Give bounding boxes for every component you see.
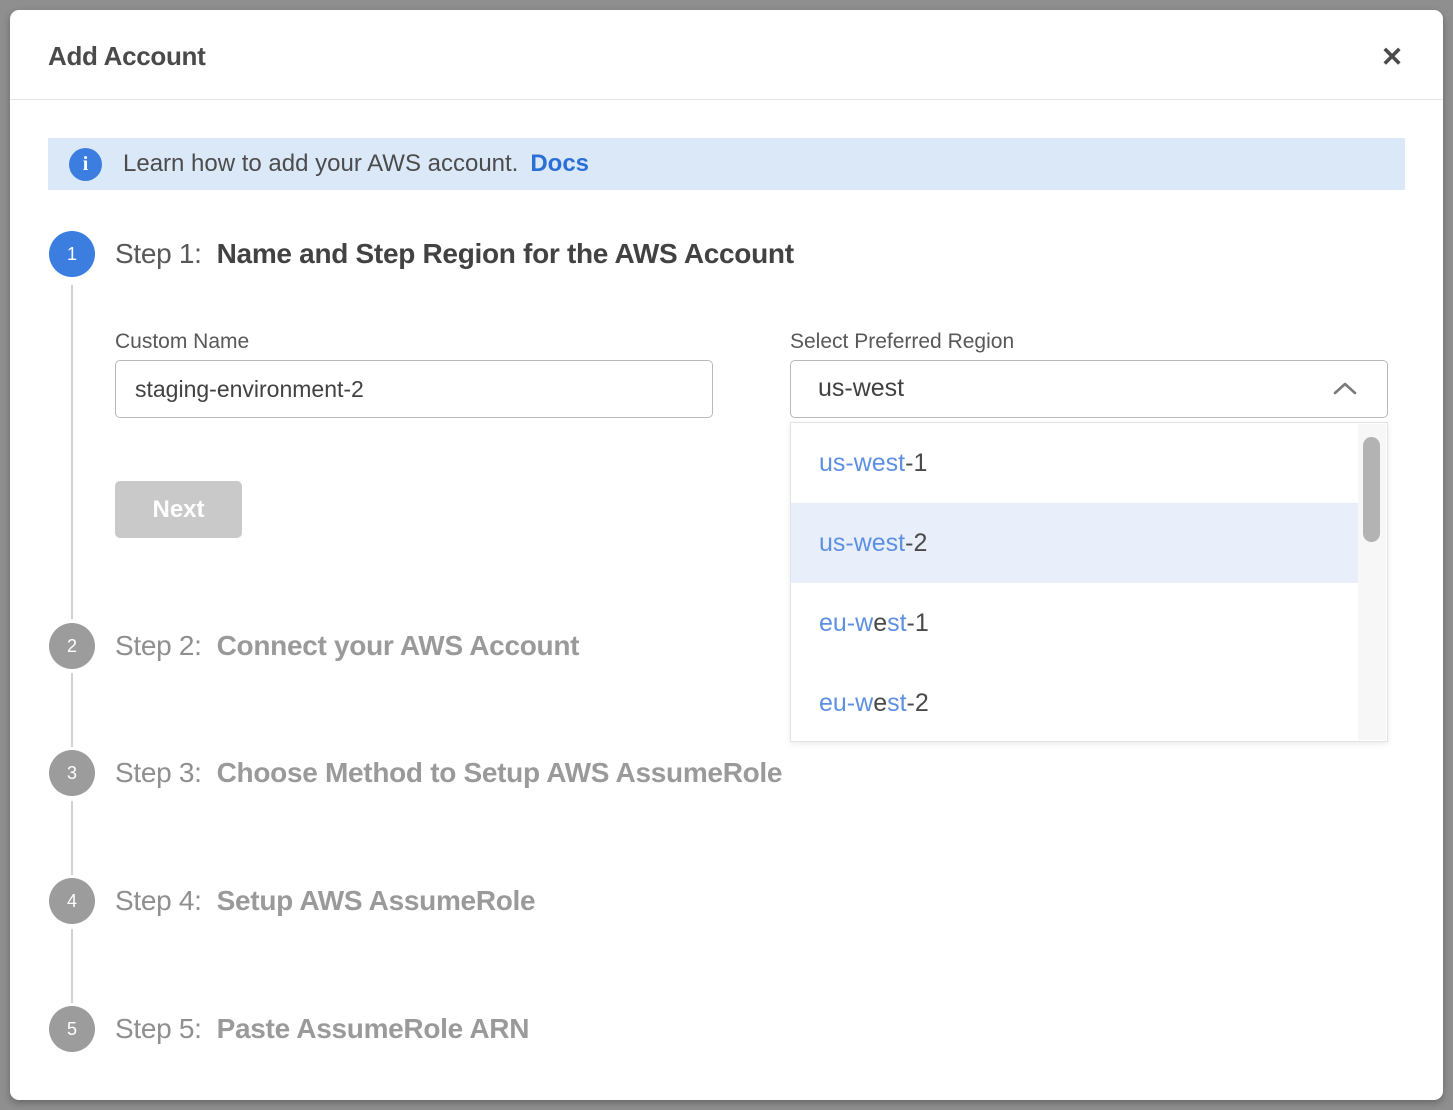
step-4-title: Setup AWS AssumeRole	[217, 885, 536, 916]
option-match-text: st	[887, 609, 906, 638]
step-2-heading: Step 2: Connect your AWS Account	[115, 630, 579, 662]
step-2-prefix: Step 2:	[115, 630, 202, 661]
region-label: Select Preferred Region	[790, 330, 1014, 354]
step-4-number: 4	[67, 891, 77, 912]
step-3-prefix: Step 3:	[115, 757, 202, 788]
step-1-heading: Step 1: Name and Step Region for the AWS …	[115, 238, 794, 270]
custom-name-label: Custom Name	[115, 330, 249, 354]
step-5-number: 5	[67, 1019, 77, 1040]
region-select-value: us-west	[818, 374, 904, 403]
option-rest-text: -1	[907, 609, 929, 638]
step-2-badge: 2	[49, 623, 95, 669]
option-rest-text: -1	[905, 449, 927, 478]
custom-name-input[interactable]	[115, 360, 713, 418]
step-5-heading: Step 5: Paste AssumeRole ARN	[115, 1013, 529, 1045]
step-connector-3-4	[71, 801, 73, 875]
step-1-badge: 1	[49, 231, 95, 277]
step-3-title: Choose Method to Setup AWS AssumeRole	[217, 757, 783, 788]
step-3-badge: 3	[49, 750, 95, 796]
option-match-text: us-west	[819, 529, 905, 558]
dropdown-scrollbar-thumb[interactable]	[1363, 437, 1380, 542]
dropdown-option[interactable]: eu-west-2	[791, 663, 1359, 743]
dropdown-option[interactable]: eu-west-1	[791, 583, 1359, 663]
region-dropdown: us-west-1 us-west-2 eu-west-1 eu-west-2	[790, 422, 1388, 742]
option-rest-text: e	[873, 689, 887, 718]
step-1-number: 1	[67, 244, 77, 265]
close-icon[interactable]: ✕	[1374, 39, 1410, 75]
step-4-prefix: Step 4:	[115, 885, 202, 916]
next-button[interactable]: Next	[115, 481, 242, 538]
step-5-title: Paste AssumeRole ARN	[217, 1013, 529, 1044]
step-1-title: Name and Step Region for the AWS Account	[217, 238, 794, 269]
option-rest-text: e	[873, 609, 887, 638]
docs-link[interactable]: Docs	[530, 150, 589, 178]
dropdown-scrollbar-track	[1358, 424, 1386, 740]
step-3-heading: Step 3: Choose Method to Setup AWS Assume…	[115, 757, 782, 789]
option-match-text: eu-w	[819, 689, 873, 718]
step-4-badge: 4	[49, 878, 95, 924]
add-account-dialog: Add Account ✕ i Learn how to add your AW…	[10, 10, 1443, 1100]
step-5-badge: 5	[49, 1006, 95, 1052]
dialog-header: Add Account ✕	[10, 10, 1443, 100]
dialog-title: Add Account	[48, 41, 206, 72]
step-connector-4-5	[71, 929, 73, 1003]
step-2-number: 2	[67, 636, 77, 657]
option-rest-text: -2	[907, 689, 929, 718]
step-1-prefix: Step 1:	[115, 238, 202, 269]
step-2-title: Connect your AWS Account	[217, 630, 580, 661]
option-rest-text: -2	[905, 529, 927, 558]
dropdown-option[interactable]: us-west-1	[791, 423, 1359, 503]
info-banner: i Learn how to add your AWS account. Doc…	[48, 138, 1405, 190]
step-3-number: 3	[67, 763, 77, 784]
option-match-text: eu-w	[819, 609, 873, 638]
info-icon: i	[69, 148, 102, 181]
step-connector-1-2	[71, 285, 73, 619]
step-connector-2-3	[71, 673, 73, 747]
chevron-up-icon	[1332, 380, 1358, 403]
dropdown-option-selected[interactable]: us-west-2	[791, 503, 1359, 583]
option-match-text: us-west	[819, 449, 905, 478]
option-match-text: st	[887, 689, 906, 718]
region-select[interactable]: us-west	[790, 360, 1388, 418]
step-4-heading: Step 4: Setup AWS AssumeRole	[115, 885, 535, 917]
banner-text: Learn how to add your AWS account.	[123, 150, 518, 178]
step-5-prefix: Step 5:	[115, 1013, 202, 1044]
